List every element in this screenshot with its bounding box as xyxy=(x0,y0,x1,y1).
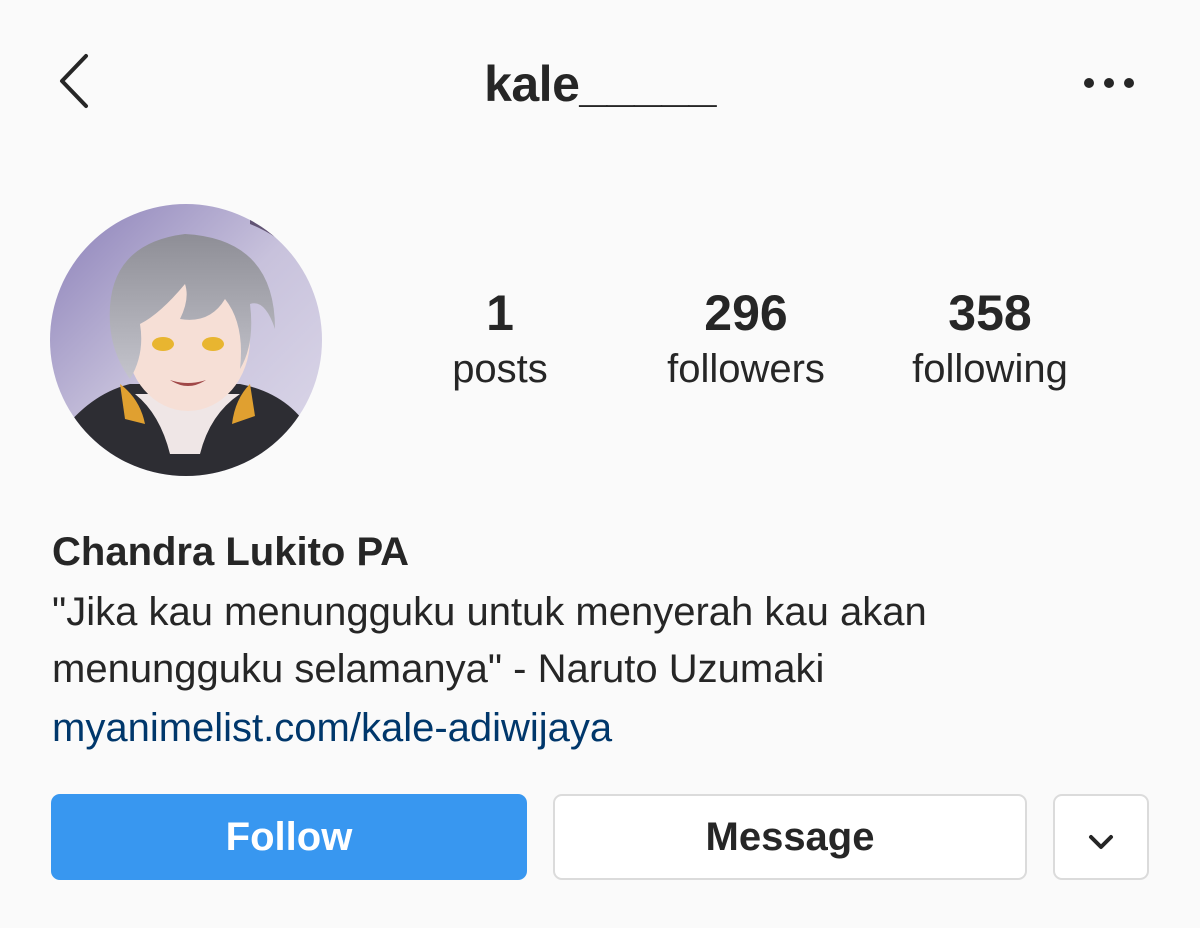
bio-text: "Jika kau menungguku untuk menyerah kau … xyxy=(52,590,927,691)
posts-label: posts xyxy=(452,347,548,391)
more-horizontal-icon xyxy=(1083,76,1135,95)
chevron-down-icon xyxy=(1088,815,1114,860)
profile-header: kale_____ xyxy=(0,0,1200,170)
followers-label: followers xyxy=(667,347,825,391)
followers-count: 296 xyxy=(704,285,788,341)
following-label: following xyxy=(912,347,1068,391)
full-name: Chandra Lukito PA xyxy=(52,530,410,574)
stat-following[interactable]: 358 following xyxy=(880,282,1100,394)
profile-stats: 1 posts 296 followers 358 following xyxy=(400,282,1120,412)
more-options-button[interactable] xyxy=(1074,60,1144,110)
bio-link[interactable]: myanimelist.com/kale-adiwijaya xyxy=(52,698,1152,758)
follow-button[interactable]: Follow xyxy=(51,794,527,880)
suggestions-dropdown-button[interactable] xyxy=(1053,794,1149,880)
message-button[interactable]: Message xyxy=(553,794,1027,880)
stat-posts[interactable]: 1 posts xyxy=(400,282,600,394)
stat-followers[interactable]: 296 followers xyxy=(636,282,856,394)
avatar[interactable] xyxy=(50,204,322,476)
following-count: 358 xyxy=(948,285,1032,341)
page-title: kale_____ xyxy=(484,56,716,112)
profile-bio: Chandra Lukito PA "Jika kau menungguku u… xyxy=(52,528,1152,758)
posts-count: 1 xyxy=(486,285,514,341)
